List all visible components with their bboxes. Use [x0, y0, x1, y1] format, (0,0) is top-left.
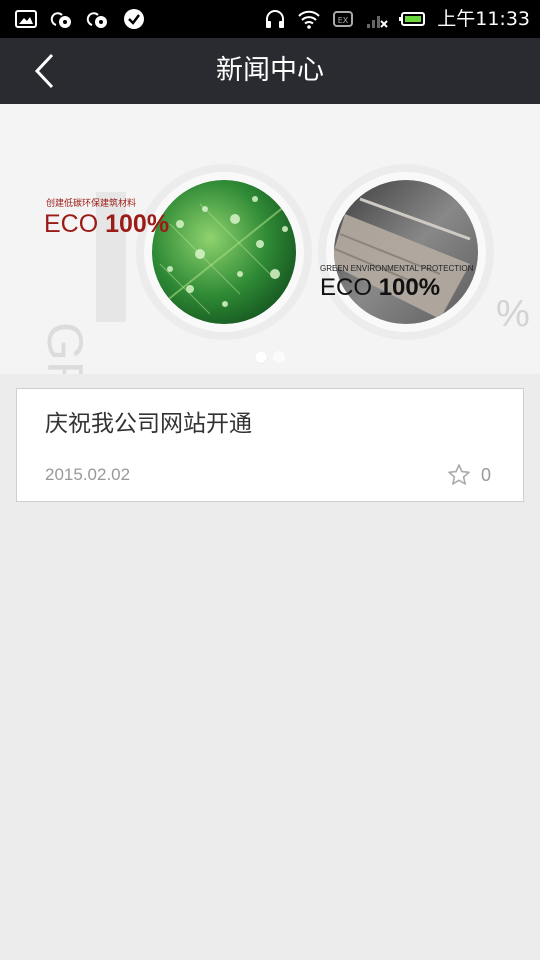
status-bar-left [14, 7, 146, 31]
nav-bar: 新闻中心 [0, 38, 540, 104]
like-count: 0 [480, 464, 491, 485]
banner-carousel[interactable]: GREEN 创建低碳环保建筑材料 ECO 100% [0, 104, 540, 374]
image-icon [15, 10, 37, 28]
status-bar-right: EX 上午11:33 [263, 5, 530, 33]
svg-text:EX: EX [338, 16, 349, 25]
banner-left-caption: 创建低碳环保建筑材料 [46, 197, 136, 209]
news-title: 庆祝我公司网站开通 [45, 411, 252, 437]
banner-left-eco: ECO 100% [44, 210, 169, 238]
headset-icon [266, 10, 285, 28]
battery-icon [399, 12, 426, 26]
carousel-dot-2[interactable] [273, 351, 285, 363]
ex-badge-icon: EX [333, 11, 354, 27]
news-list-item[interactable]: 庆祝我公司网站开通 2015.02.02 0 [16, 388, 524, 502]
chevron-left-icon [34, 53, 54, 89]
carousel-dot-1[interactable] [255, 351, 267, 363]
news-date: 2015.02.02 [45, 465, 131, 484]
cloud-sync-icon [86, 12, 107, 28]
status-time: 上午11:33 [437, 8, 530, 30]
banner-bg-text: GREEN [37, 322, 93, 374]
star-icon [448, 464, 470, 485]
carousel-indicator [0, 351, 540, 363]
banner-right-eco: ECO 100% [320, 274, 440, 301]
banner-right-caption: GREEN ENVIRONMENTAL PROTECTION [320, 264, 474, 273]
banner-percent-symbol: % [496, 293, 530, 335]
banner-image: GREEN 创建低碳环保建筑材料 ECO 100% [0, 104, 540, 374]
check-circle-icon [124, 9, 144, 29]
wifi-icon [298, 10, 320, 29]
cloud-sync-icon [50, 12, 71, 28]
like-button[interactable]: 0 [447, 463, 491, 487]
signal-icon [367, 16, 388, 28]
status-bar: EX 上午11:33 [0, 0, 540, 38]
page-title: 新闻中心 [216, 55, 324, 86]
back-button[interactable] [28, 52, 64, 90]
